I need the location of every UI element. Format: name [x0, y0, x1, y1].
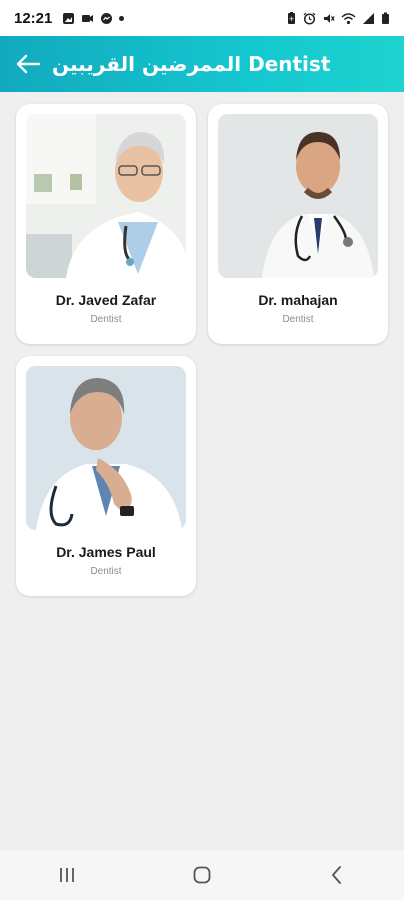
back-icon	[331, 866, 341, 884]
alarm-icon	[303, 12, 316, 25]
page-title: الممرضين القريبين Dentist	[52, 52, 331, 76]
svg-text:+: +	[289, 15, 295, 23]
doctor-name: Dr. James Paul	[56, 544, 156, 560]
doctor-card[interactable]: Dr. mahajan Dentist	[208, 104, 388, 344]
doctor-name: Dr. mahajan	[258, 292, 338, 308]
battery-saver-icon: +	[288, 11, 295, 24]
doctor-name: Dr. Javed Zafar	[55, 292, 157, 308]
messenger-icon	[101, 12, 113, 24]
dot-icon	[119, 15, 125, 21]
doctor-photo	[26, 366, 186, 530]
status-time: 12:21	[14, 9, 53, 27]
doctor-specialty: Dentist	[90, 314, 122, 325]
doctor-specialty: Dentist	[90, 566, 122, 577]
wifi-icon	[341, 12, 356, 24]
status-bar: 12:21 +	[0, 0, 404, 36]
home-button[interactable]	[182, 855, 222, 895]
recent-apps-button[interactable]	[47, 855, 87, 895]
battery-icon	[382, 12, 389, 24]
recent-apps-icon	[60, 868, 75, 882]
doctor-card[interactable]: Dr. Javed Zafar Dentist	[16, 104, 196, 344]
back-button[interactable]	[14, 50, 42, 78]
nav-back-button[interactable]	[317, 855, 357, 895]
signal-icon	[363, 12, 374, 24]
status-left-icons	[62, 12, 125, 25]
app-bar: الممرضين القريبين Dentist	[0, 36, 404, 92]
home-icon	[193, 866, 211, 884]
doctor-card[interactable]: Dr. James Paul Dentist	[16, 356, 196, 596]
doctor-photo	[26, 114, 186, 278]
doctor-grid: Dr. Javed Zafar Dentist Dr. mahajan Dent…	[16, 104, 388, 596]
arrow-left-icon	[16, 54, 41, 74]
mute-icon	[324, 13, 335, 23]
video-icon	[82, 14, 94, 22]
system-nav-bar	[0, 850, 404, 900]
status-right-icons: +	[286, 11, 390, 25]
gallery-icon	[63, 12, 75, 24]
doctor-photo	[218, 114, 378, 278]
doctor-specialty: Dentist	[282, 314, 314, 325]
